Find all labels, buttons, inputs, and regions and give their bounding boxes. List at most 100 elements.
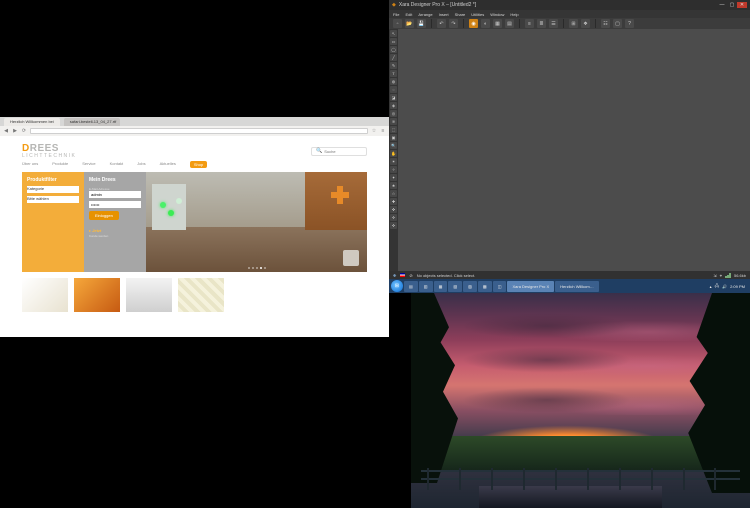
url-input[interactable] xyxy=(30,128,368,134)
align-left-icon[interactable]: ≡ xyxy=(525,19,534,28)
extra4-tool-icon[interactable]: ★ xyxy=(390,182,397,189)
transparency-tool-icon[interactable]: ◌ xyxy=(390,86,397,93)
tray-chevron-icon[interactable]: ▴ xyxy=(710,284,712,289)
tray-volume-icon[interactable]: 🔊 xyxy=(722,284,727,289)
thumb-2[interactable] xyxy=(74,278,120,312)
close-button[interactable]: ✕ xyxy=(737,2,747,8)
help-icon[interactable]: ? xyxy=(625,19,634,28)
browser-tab-1[interactable]: Herzlich Willkommen bei xyxy=(4,118,60,126)
menu-share[interactable]: Share xyxy=(455,12,466,17)
task-4[interactable]: ▧ xyxy=(448,281,462,292)
text-tool-icon[interactable]: T xyxy=(390,70,397,77)
color-none-icon[interactable]: ⊘ xyxy=(409,273,412,278)
canvas-area[interactable] xyxy=(398,29,750,271)
menu-help[interactable]: Help xyxy=(510,12,518,17)
site-search[interactable]: 🔍 xyxy=(311,147,367,156)
nav-service[interactable]: Service xyxy=(82,161,95,168)
extra9-tool-icon[interactable]: ✣ xyxy=(390,222,397,229)
reload-icon[interactable]: ⟳ xyxy=(21,128,27,134)
task-7[interactable]: ◫ xyxy=(493,281,507,292)
tray-network-icon[interactable]: 🖧 xyxy=(715,283,719,290)
forward-icon[interactable]: ▶ xyxy=(12,128,18,134)
star-icon[interactable]: ☆ xyxy=(371,128,377,134)
email-field[interactable] xyxy=(89,191,141,198)
nav-jobs[interactable]: Jobs xyxy=(137,161,145,168)
nav-news[interactable]: Aktuelles xyxy=(160,161,176,168)
gallery-icon[interactable]: ▢ xyxy=(613,19,622,28)
snap-indicator-icon[interactable]: ⌖ xyxy=(720,273,722,278)
menu-utilities[interactable]: Utilities xyxy=(471,12,484,17)
ellipse-tool-icon[interactable]: ◯ xyxy=(390,46,397,53)
start-button[interactable]: ⊞ xyxy=(391,280,403,292)
live-drag-icon[interactable]: ⇲ xyxy=(713,273,716,278)
login-button[interactable]: Einloggen xyxy=(89,211,119,220)
menu-icon[interactable]: ≡ xyxy=(380,128,386,134)
zoom-tool-icon[interactable]: 🔍 xyxy=(390,142,397,149)
push-tool-icon[interactable]: ✋ xyxy=(390,150,397,157)
browser-tab-2[interactable]: safari-bestell-13_04_27.rtf xyxy=(64,118,120,126)
search-input[interactable] xyxy=(324,149,362,154)
contour-tool-icon[interactable]: ◎ xyxy=(390,110,397,117)
menu-arrange[interactable]: Arrange xyxy=(418,12,432,17)
fill-tool-icon[interactable]: ◍ xyxy=(390,78,397,85)
task-2[interactable]: ▥ xyxy=(419,281,433,292)
carousel-dots[interactable] xyxy=(248,267,266,269)
thumb-3[interactable] xyxy=(126,278,172,312)
task-xara[interactable]: Xara Designer Pro X xyxy=(507,281,554,292)
nav-products[interactable]: Produkte xyxy=(52,161,68,168)
align-center-icon[interactable]: ≣ xyxy=(537,19,546,28)
menu-edit[interactable]: Edit xyxy=(405,12,412,17)
redo-icon[interactable]: ↷ xyxy=(449,19,458,28)
signup-cta[interactable]: ▸ Jetzt Kunde werden xyxy=(89,228,141,238)
menu-insert[interactable]: Insert xyxy=(439,12,449,17)
menu-file[interactable]: File xyxy=(393,12,399,17)
status-swatch-icon[interactable]: ❉ xyxy=(393,273,396,278)
task-3[interactable]: ▦ xyxy=(434,281,448,292)
site-logo[interactable]: DREES LICHTTECHNIK xyxy=(22,143,76,159)
undo-icon[interactable]: ↶ xyxy=(437,19,446,28)
system-tray[interactable]: ▴ 🖧 🔊 2:09 PM xyxy=(710,283,748,290)
shape-tool-icon[interactable]: ▭ xyxy=(390,38,397,45)
open-icon[interactable]: 📂 xyxy=(405,19,414,28)
highlight-tool-icon[interactable]: ◉ xyxy=(469,19,478,28)
extra8-tool-icon[interactable]: ✢ xyxy=(390,214,397,221)
password-field[interactable] xyxy=(89,201,141,208)
line-tool-icon[interactable]: ╱ xyxy=(390,54,397,61)
maximize-button[interactable]: ▢ xyxy=(727,2,737,8)
grid-icon[interactable]: ⊞ xyxy=(569,19,578,28)
mould-tool-icon[interactable]: ⬚ xyxy=(390,126,397,133)
filter-field-1[interactable]: Kategorie xyxy=(27,186,79,193)
filter-field-2[interactable]: Bitte wählen xyxy=(27,196,79,203)
extra5-tool-icon[interactable]: ☆ xyxy=(390,190,397,197)
extra3-tool-icon[interactable]: ✦ xyxy=(390,174,397,181)
extra7-tool-icon[interactable]: ✜ xyxy=(390,206,397,213)
tool-c-icon[interactable]: ▤ xyxy=(505,19,514,28)
extra6-tool-icon[interactable]: ✚ xyxy=(390,198,397,205)
photo-tool-icon[interactable]: ▣ xyxy=(390,134,397,141)
extra1-tool-icon[interactable]: ✶ xyxy=(390,158,397,165)
bevel-tool-icon[interactable]: ◈ xyxy=(390,102,397,109)
menu-window[interactable]: Window xyxy=(490,12,504,17)
task-6[interactable]: ▩ xyxy=(478,281,492,292)
selector-tool-icon[interactable]: ↖ xyxy=(390,30,397,37)
new-icon[interactable]: ▫ xyxy=(393,19,402,28)
shadow-tool-icon[interactable]: ◪ xyxy=(390,94,397,101)
thumb-1[interactable] xyxy=(22,278,68,312)
nav-contact[interactable]: Kontakt xyxy=(110,161,124,168)
back-icon[interactable]: ◀ xyxy=(3,128,9,134)
nav-about[interactable]: Über uns xyxy=(22,161,38,168)
align-right-icon[interactable]: ☰ xyxy=(549,19,558,28)
thumb-4[interactable] xyxy=(178,278,224,312)
extra2-tool-icon[interactable]: ✧ xyxy=(390,166,397,173)
minimize-button[interactable]: — xyxy=(717,2,727,8)
pen-tool-icon[interactable]: ✎ xyxy=(390,62,397,69)
task-1[interactable]: ▤ xyxy=(404,281,418,292)
blend-tool-icon[interactable]: ≋ xyxy=(390,118,397,125)
save-icon[interactable]: 💾 xyxy=(417,19,426,28)
nav-shop[interactable]: Shop xyxy=(190,161,207,168)
task-5[interactable]: ▨ xyxy=(463,281,477,292)
snap-icon[interactable]: ❖ xyxy=(581,19,590,28)
tool-a-icon[interactable]: ◐ xyxy=(481,19,490,28)
layers-icon[interactable]: ☷ xyxy=(601,19,610,28)
tool-b-icon[interactable]: ▦ xyxy=(493,19,502,28)
